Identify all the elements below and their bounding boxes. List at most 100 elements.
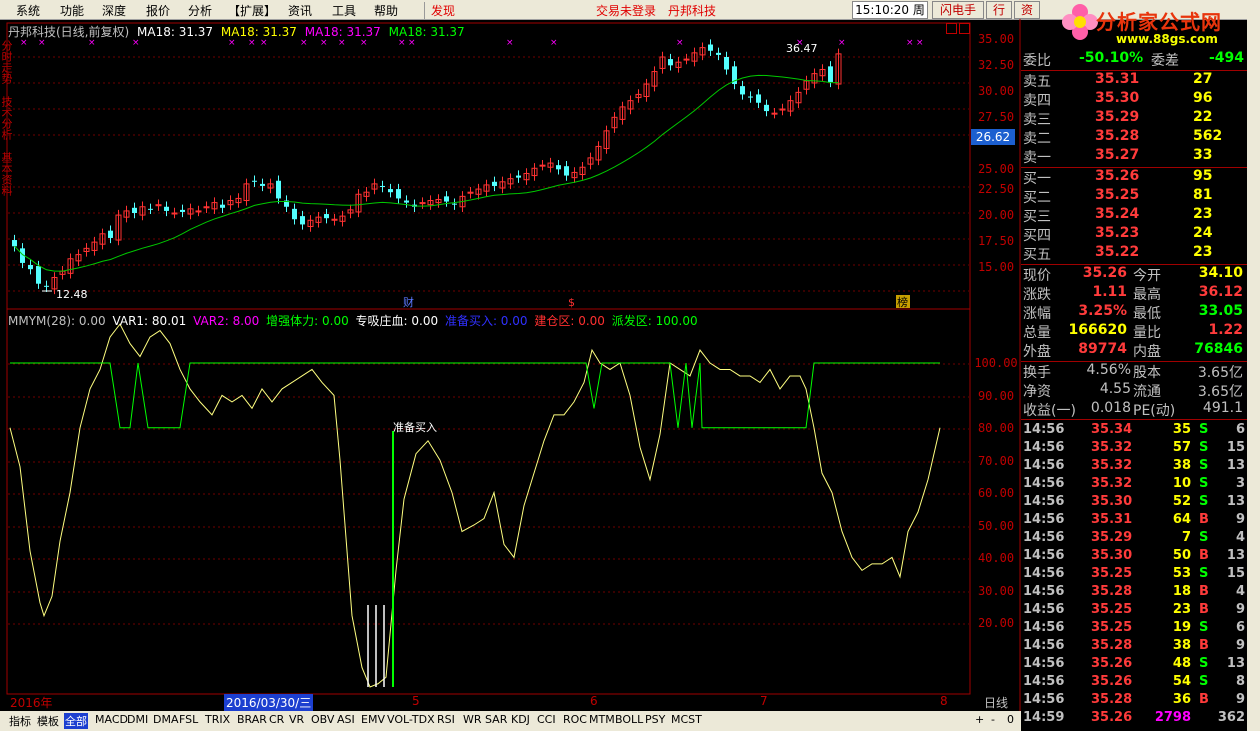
extra-button[interactable]: 资 bbox=[1014, 1, 1040, 19]
tick-count: 9 bbox=[1235, 512, 1245, 527]
indicator-tab[interactable]: ASI bbox=[336, 713, 356, 726]
indicator-tab-bar: 指标 模板 全部 MACD DMI DMA FSL TRIX BRAR CR VR OBV ASI EMV… bbox=[0, 711, 1021, 731]
indicator-tab[interactable]: MACD bbox=[94, 713, 129, 726]
tick-time: 14:56 bbox=[1023, 674, 1065, 689]
marker-dollar[interactable]: $ bbox=[568, 296, 575, 309]
right-toolbar[interactable] bbox=[1247, 19, 1260, 731]
tick-time: 14:56 bbox=[1023, 512, 1065, 527]
indicator-tab[interactable]: ROC bbox=[562, 713, 588, 726]
bid-row[interactable]: 买五 35.22 23 bbox=[1021, 244, 1247, 263]
menu-find[interactable]: 发现 bbox=[424, 2, 455, 19]
tick-count: 3 bbox=[1235, 476, 1245, 491]
tick-side: S bbox=[1199, 458, 1209, 473]
indicator-tab[interactable]: 指标 bbox=[8, 713, 32, 729]
ask-row[interactable]: 卖四 35.30 96 bbox=[1021, 90, 1247, 109]
indicator-tab[interactable]: CCI bbox=[536, 713, 557, 726]
ind-var-5: 准备买入: 0.00 bbox=[444, 314, 528, 328]
signal-label: 准备买入 bbox=[393, 420, 437, 434]
indicator-name[interactable]: MMYM(28) bbox=[8, 314, 71, 328]
flash-trade-button[interactable]: 闪电手 bbox=[932, 1, 984, 19]
ask-row[interactable]: 卖五 35.31 27 bbox=[1021, 71, 1247, 90]
indicator-tab[interactable]: KDJ bbox=[510, 713, 531, 726]
menu-analysis[interactable]: 分析 bbox=[188, 2, 212, 19]
indicator-tab[interactable]: VOL-TDX bbox=[386, 713, 436, 726]
chart-maximize-icon[interactable] bbox=[959, 23, 970, 34]
indicator-grid bbox=[8, 363, 969, 625]
ind-axis-label: 90.00 bbox=[977, 389, 1015, 403]
ask-price: 35.28 bbox=[1095, 128, 1140, 144]
indicator-tab[interactable]: SAR bbox=[484, 713, 508, 726]
menu-function[interactable]: 功能 bbox=[60, 2, 84, 19]
ask-row[interactable]: 卖一 35.27 33 bbox=[1021, 147, 1247, 166]
menu-system[interactable]: 系统 bbox=[16, 2, 40, 19]
period-label[interactable]: 日线 bbox=[972, 694, 1020, 711]
indicator-tab[interactable]: MCST bbox=[670, 713, 703, 726]
menu-quote[interactable]: 报价 bbox=[146, 2, 170, 19]
stat-value: 1.22 bbox=[1208, 322, 1243, 338]
indicator-tab[interactable]: BRAR bbox=[236, 713, 268, 726]
tick-time: 14:56 bbox=[1023, 602, 1065, 617]
tick-volume: 18 bbox=[1172, 584, 1191, 599]
tick-volume: 52 bbox=[1172, 494, 1191, 509]
indicator-tab[interactable]: DMA bbox=[152, 713, 180, 726]
divider bbox=[1021, 167, 1247, 168]
tick-time: 14:56 bbox=[1023, 422, 1065, 437]
bid-row[interactable]: 买三 35.24 23 bbox=[1021, 206, 1247, 225]
fund-label: 净资 bbox=[1023, 384, 1051, 400]
marker-list[interactable]: 榜 bbox=[897, 295, 908, 309]
bid-label: 买一 bbox=[1023, 171, 1051, 187]
indicator-tab[interactable]: 模板 bbox=[36, 713, 60, 729]
indicator-tab[interactable]: EMV bbox=[360, 713, 386, 726]
tick-row: 14:56 35.25 19 S 6 bbox=[1021, 620, 1247, 638]
tick-price: 35.28 bbox=[1091, 638, 1133, 653]
bid-row[interactable]: 买四 35.23 24 bbox=[1021, 225, 1247, 244]
price-grid bbox=[8, 56, 969, 292]
fund-value: 4.55 bbox=[1099, 381, 1131, 397]
tick-side: S bbox=[1199, 674, 1209, 689]
ask-price: 35.31 bbox=[1095, 71, 1140, 87]
menu-depth[interactable]: 深度 bbox=[102, 2, 126, 19]
tick-row: 14:59 35.26 2798 362 bbox=[1021, 710, 1247, 728]
indicator-tab[interactable]: PSY bbox=[644, 713, 666, 726]
ask-row[interactable]: 卖二 35.28 562 bbox=[1021, 128, 1247, 147]
zoom-button[interactable]: 0 bbox=[1007, 713, 1014, 726]
stat-row: 涨幅 3.25% 最低 33.05 bbox=[1021, 303, 1247, 322]
zoom-button[interactable]: - bbox=[991, 713, 995, 726]
indicator-tab[interactable]: FSL bbox=[178, 713, 199, 726]
indicator-tab[interactable]: VR bbox=[288, 713, 305, 726]
marker-finance[interactable]: 财 bbox=[403, 295, 414, 309]
ask-volume: 27 bbox=[1193, 71, 1213, 87]
indicator-tab[interactable]: RSI bbox=[436, 713, 456, 726]
tick-time: 14:56 bbox=[1023, 638, 1065, 653]
price-pane-border bbox=[6, 22, 971, 310]
tick-volume: 36 bbox=[1172, 692, 1191, 707]
ask-label: 卖四 bbox=[1023, 93, 1051, 109]
menu-news[interactable]: 资讯 bbox=[288, 2, 312, 19]
indicator-tab[interactable]: OBV bbox=[310, 713, 335, 726]
stat-row: 现价 35.26 今开 34.10 bbox=[1021, 265, 1247, 284]
menu-tools[interactable]: 工具 bbox=[332, 2, 356, 19]
trade-button[interactable]: 行 bbox=[986, 1, 1012, 19]
ind-var-2: VAR2: 8.00 bbox=[193, 314, 260, 328]
ask-label: 卖一 bbox=[1023, 150, 1051, 166]
tick-volume: 35 bbox=[1172, 422, 1191, 437]
indicator-tab[interactable]: WR bbox=[462, 713, 483, 726]
ind-axis-label: 70.00 bbox=[977, 454, 1015, 468]
tick-count: 13 bbox=[1226, 494, 1245, 509]
bid-row[interactable]: 买二 35.25 81 bbox=[1021, 187, 1247, 206]
menu-extend[interactable]: 【扩展】 bbox=[228, 2, 276, 19]
indicator-tab[interactable]: 全部 bbox=[64, 713, 88, 729]
bid-row[interactable]: 买一 35.26 95 bbox=[1021, 168, 1247, 187]
zoom-button[interactable]: + bbox=[975, 713, 984, 726]
chart-restore-icon[interactable] bbox=[946, 23, 957, 34]
stat-label: 涨幅 bbox=[1023, 306, 1051, 322]
indicator-tab[interactable]: BOLL bbox=[614, 713, 644, 726]
ask-row[interactable]: 卖三 35.29 22 bbox=[1021, 109, 1247, 128]
indicator-tab[interactable]: MTM bbox=[588, 713, 616, 726]
indicator-tab[interactable]: CR bbox=[268, 713, 285, 726]
tick-price: 35.25 bbox=[1091, 620, 1133, 635]
indicator-tab[interactable]: DMI bbox=[126, 713, 149, 726]
indicator-tab[interactable]: TRIX bbox=[204, 713, 231, 726]
kline-chart[interactable]: × × × × × × × × × × × × × × × × × × × × 准备买入 36.47 12.48 财 … bbox=[0, 19, 1021, 711]
menu-help[interactable]: 帮助 bbox=[374, 2, 398, 19]
